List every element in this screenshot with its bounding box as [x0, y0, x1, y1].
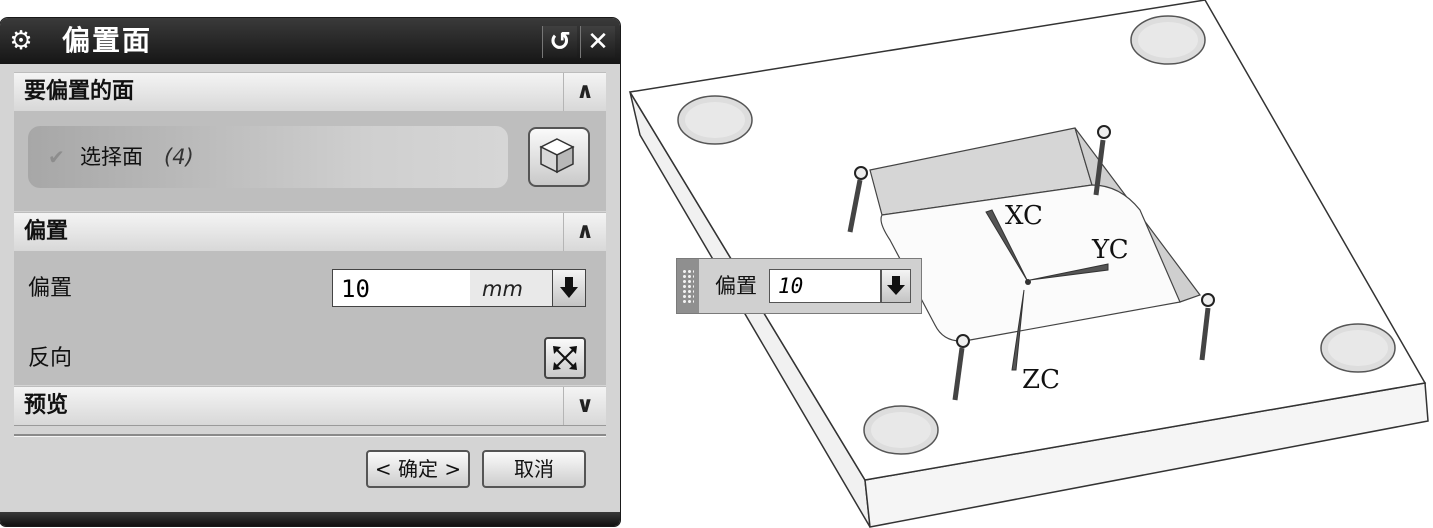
select-face-button[interactable] [528, 127, 590, 187]
divider [14, 434, 606, 437]
section-body-offset: 偏置 10 mm 反向 [14, 251, 606, 385]
ok-button[interactable]: < 确定 > [366, 450, 470, 488]
dialog-title-bar[interactable]: ⚙ 偏置面 ↺ ✕ [0, 18, 620, 64]
drag-grip[interactable] [677, 259, 699, 313]
arrow-down-icon [560, 277, 578, 298]
dialog-bottom-bar [0, 512, 620, 526]
onscreen-offset-input[interactable]: 偏置 10 [676, 258, 922, 314]
offset-dropdown-button[interactable] [552, 269, 586, 307]
grip-icon [682, 269, 694, 303]
checkmark-icon: ✔ [48, 145, 65, 169]
mounting-hole [863, 405, 939, 455]
section-title-offset: 偏置 [24, 219, 69, 244]
close-button[interactable]: ✕ [580, 26, 615, 58]
mounting-hole [1130, 15, 1206, 65]
section-body-faces: ✔ 选择面 (4) [14, 111, 606, 211]
section-title-preview: 预览 [24, 393, 69, 418]
offset-unit: mm [470, 269, 552, 307]
reset-button[interactable]: ↺ [542, 26, 577, 58]
section-header-preview[interactable]: 预览 ∨ [14, 386, 606, 426]
offset-value-input[interactable]: 10 [332, 269, 470, 307]
cancel-button[interactable]: 取消 [482, 450, 586, 488]
axis-label-xc: XC [1005, 201, 1043, 231]
cube-icon [539, 138, 575, 174]
mounting-hole [1320, 323, 1396, 373]
onscreen-dropdown-button[interactable] [881, 269, 911, 303]
section-header-offset[interactable]: 偏置 ∧ [14, 212, 606, 252]
onscreen-offset-label: 偏置 [715, 274, 757, 298]
arrow-down-icon [887, 276, 905, 295]
reverse-direction-button[interactable] [544, 337, 586, 379]
select-face-count: (4) [164, 145, 194, 169]
onscreen-offset-field[interactable]: 10 [769, 269, 881, 303]
mounting-hole [677, 95, 753, 145]
axis-label-zc: ZC [1022, 365, 1060, 395]
close-icon: ✕ [587, 27, 609, 57]
collapse-icon[interactable]: ∧ [563, 213, 606, 251]
reset-icon: ↺ [549, 27, 571, 57]
select-face-label: 选择面 [80, 145, 143, 169]
axis-label-yc: YC [1091, 235, 1129, 265]
section-header-faces[interactable]: 要偏置的面 ∧ [14, 72, 606, 112]
offset-label: 偏置 [28, 276, 73, 301]
select-face-row[interactable]: ✔ 选择面 (4) [28, 126, 508, 188]
collapse-icon[interactable]: ∧ [563, 73, 606, 111]
reverse-label: 反向 [28, 346, 73, 371]
dialog-title: 偏置面 [62, 24, 153, 57]
expand-icon[interactable]: ∨ [563, 387, 606, 425]
gear-icon[interactable]: ⚙ [6, 26, 36, 56]
offset-face-dialog: ⚙ 偏置面 ↺ ✕ 要偏置的面 ∧ ✔ 选择面 (4) 偏置 ∧ 偏置 10 m… [0, 18, 620, 526]
section-title-faces: 要偏置的面 [24, 79, 135, 104]
reverse-direction-icon [553, 346, 577, 370]
